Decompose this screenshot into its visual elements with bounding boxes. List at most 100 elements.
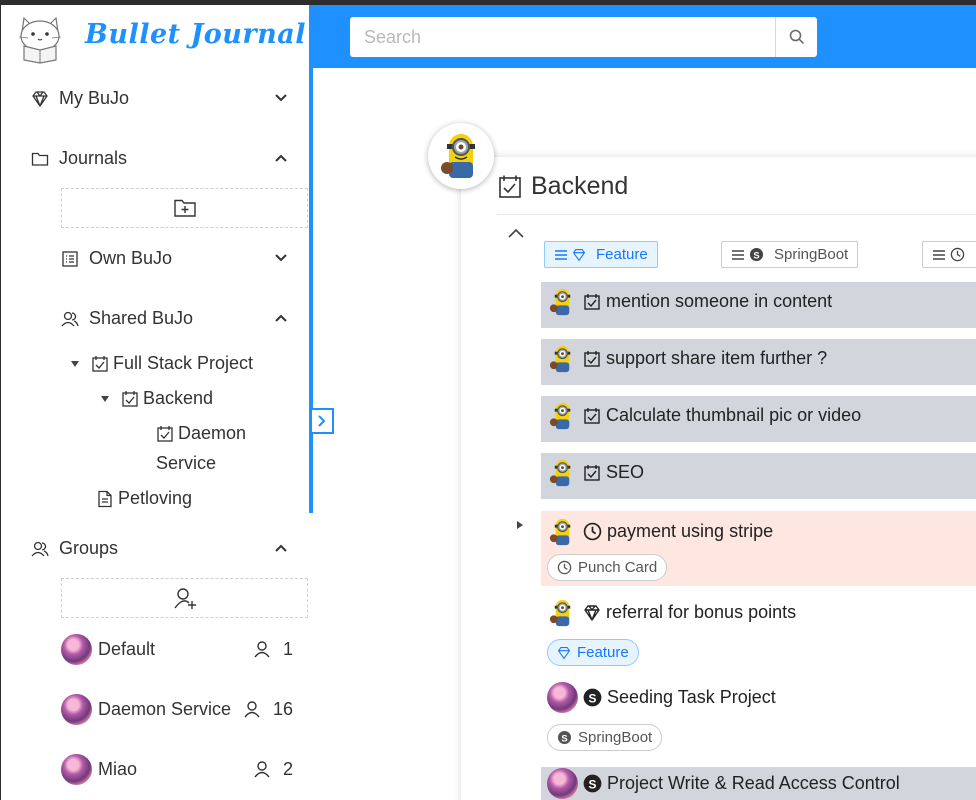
tag-springboot[interactable]: S SpringBoot (547, 724, 663, 751)
chevron-up-icon[interactable] (273, 310, 289, 326)
list-item[interactable]: support share item further ? (541, 339, 976, 385)
team-icon (61, 310, 79, 328)
search-button[interactable] (775, 17, 817, 57)
calendar-check-icon (583, 293, 601, 311)
tree-node-petloving[interactable]: Petloving (96, 488, 192, 509)
skype-icon: S (557, 730, 572, 745)
list-item[interactable]: S Seeding Task Project S SpringBoot (541, 682, 976, 757)
tree-label-daemon-line2: Service (156, 453, 217, 473)
avatar (61, 633, 92, 665)
list-item[interactable]: Calculate thumbnail pic or video (541, 396, 976, 442)
group-name: Miao (98, 758, 138, 779)
avatar (547, 682, 578, 713)
menu-groups[interactable]: Groups (31, 538, 118, 559)
search-input[interactable] (350, 17, 775, 57)
tag-text: SpringBoot (578, 729, 653, 746)
chevron-right-icon (318, 415, 326, 427)
tree-node-daemon-service-line2[interactable]: Service (156, 453, 216, 474)
chevron-up-icon[interactable] (273, 150, 289, 166)
svg-text:S: S (589, 691, 597, 705)
caret-down-icon[interactable] (71, 360, 79, 367)
caret-down-icon[interactable] (101, 395, 109, 402)
menu-icon (554, 249, 568, 261)
list-item[interactable]: S Project Write & Read Access Control (541, 767, 976, 800)
file-text-icon (96, 490, 114, 508)
collapse-labels-icon[interactable] (508, 225, 524, 243)
item-text: referral for bonus points (606, 602, 797, 622)
group-row[interactable]: Daemon Service 16 (61, 693, 293, 725)
folder-add-icon (173, 199, 196, 217)
label-filter-feature[interactable]: Feature (544, 241, 658, 268)
clock-icon (583, 522, 602, 541)
calendar-check-icon (583, 464, 601, 482)
diamond-icon (31, 90, 49, 108)
owner-avatar[interactable] (428, 123, 494, 189)
calendar-check-icon (583, 407, 601, 425)
list-item[interactable]: payment using stripe Punch Card (541, 511, 976, 586)
group-row[interactable]: Miao 2 (61, 753, 293, 785)
divider (497, 214, 976, 215)
menu-icon (731, 249, 745, 261)
menu-my-bujo[interactable]: My BuJo (31, 88, 129, 109)
item-text: payment using stripe (607, 521, 774, 541)
user-icon (254, 641, 270, 658)
avatar (61, 753, 92, 785)
tag-punch-card[interactable]: Punch Card (547, 554, 668, 581)
page-title: Backend (497, 172, 628, 201)
group-member-count: 1 (282, 638, 293, 659)
tree-label-full-stack: Full Stack Project (113, 353, 254, 373)
chevron-down-icon[interactable] (273, 250, 289, 266)
item-text: SEO (606, 462, 645, 482)
menu-my-bujo-label: My BuJo (59, 88, 130, 108)
item-content: payment using stripe (547, 516, 773, 547)
group-row[interactable]: Default 1 (61, 633, 293, 665)
tree-node-daemon-service[interactable]: Daemon (156, 423, 246, 444)
chevron-down-icon[interactable] (273, 90, 289, 106)
add-journal-button[interactable] (61, 188, 308, 228)
list-item[interactable]: SEO (541, 453, 976, 499)
minion-avatar-icon (549, 345, 571, 373)
sidebar-collapse-button[interactable] (310, 408, 334, 434)
label-filter-text: SpringBoot (774, 246, 849, 263)
minion-avatar-icon (549, 288, 571, 316)
skype-icon: S (583, 774, 602, 793)
item-content: SEO (547, 457, 644, 488)
svg-text:S: S (589, 777, 597, 791)
item-content: Calculate thumbnail pic or video (547, 400, 861, 431)
item-content: S Project Write & Read Access Control (547, 768, 900, 799)
calendar-check-icon (497, 174, 523, 200)
list-doc-icon (61, 250, 79, 268)
menu-own-bujo-label: Own BuJo (89, 248, 173, 268)
tree-label-petloving: Petloving (118, 488, 193, 508)
calendar-check-icon (121, 390, 139, 408)
menu-shared-bujo[interactable]: Shared BuJo (61, 308, 193, 329)
item-content: support share item further ? (547, 343, 827, 374)
skype-icon: S (583, 688, 602, 707)
expand-item-icon[interactable] (517, 521, 523, 529)
brand-title[interactable]: Bullet Journal (85, 19, 306, 50)
diamond-icon (557, 646, 571, 660)
label-filter-clock[interactable] (922, 241, 976, 268)
tree-node-backend[interactable]: Backend (101, 388, 213, 409)
menu-own-bujo[interactable]: Own BuJo (61, 248, 172, 269)
menu-journals[interactable]: Journals (31, 148, 127, 169)
menu-icon (932, 249, 946, 261)
chevron-up-icon[interactable] (273, 540, 289, 556)
skype-icon: S (749, 247, 764, 262)
list-item[interactable]: mention someone in content (541, 282, 976, 328)
tree-label-daemon-line1: Daemon (178, 423, 247, 443)
cat-logo-icon[interactable] (14, 12, 66, 64)
tag-feature[interactable]: Feature (547, 639, 639, 666)
user-icon (244, 701, 260, 718)
svg-text:S: S (753, 250, 759, 260)
avatar (61, 693, 92, 725)
user-add-icon (173, 588, 196, 609)
item-content: mention someone in content (547, 286, 832, 317)
list-item[interactable]: referral for bonus points Feature (541, 597, 976, 672)
tree-node-full-stack-project[interactable]: Full Stack Project (71, 353, 253, 374)
add-group-button[interactable] (61, 578, 308, 618)
calendar-check-icon (156, 425, 174, 443)
clock-icon (950, 247, 965, 262)
label-filter-springboot[interactable]: S SpringBoot (721, 241, 859, 268)
label-filter-text: Feature (596, 246, 648, 263)
